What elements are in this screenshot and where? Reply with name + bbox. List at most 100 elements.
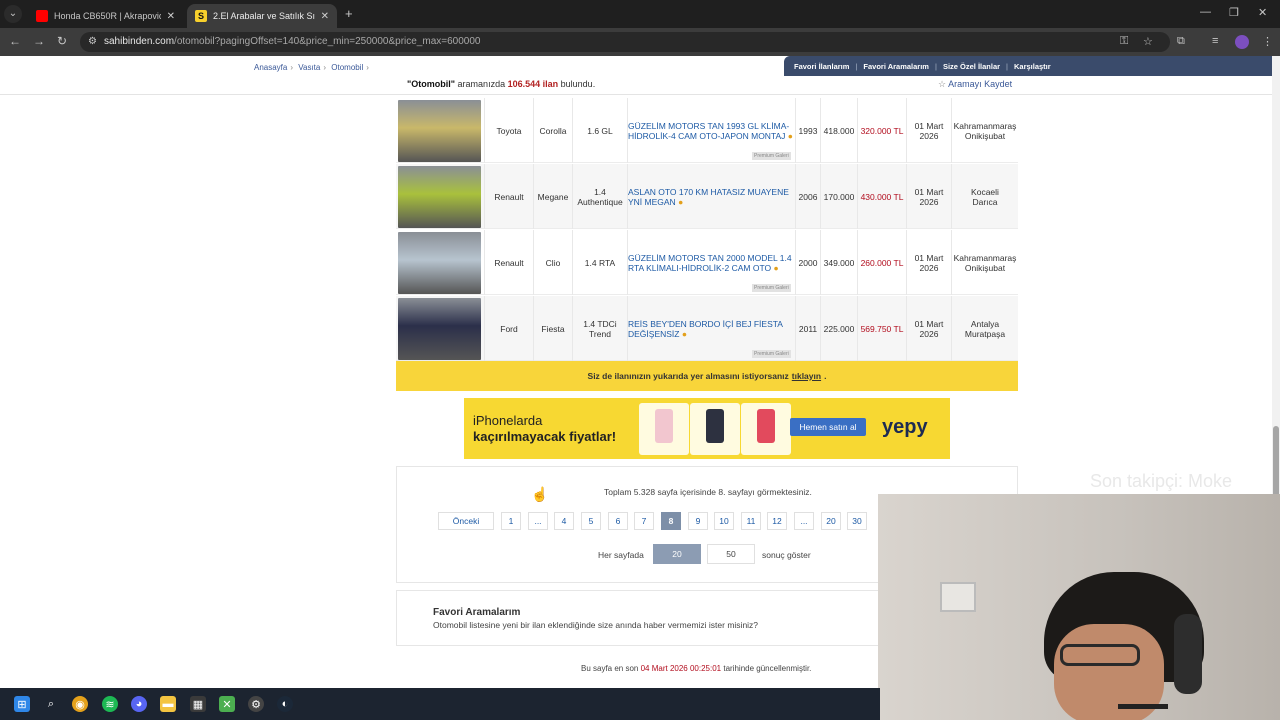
nav-favorite-searches[interactable]: Favori Aramalarım xyxy=(863,62,929,71)
listing-title-link[interactable]: ASLAN OTO 170 KM HATASIZ MUAYENE YNİ MEG… xyxy=(628,164,794,229)
listing-year: 2006 xyxy=(798,191,818,202)
menu-icon[interactable]: ⋮ xyxy=(1262,35,1273,48)
tab-search-icon[interactable]: ⌄ xyxy=(4,5,22,23)
bookmark-star-icon[interactable]: ☆ xyxy=(1143,35,1153,48)
listing-model: Corolla xyxy=(539,125,567,136)
webcam-microphone xyxy=(1118,704,1168,709)
listing-brand: Ford xyxy=(500,323,518,334)
listing-model: Clio xyxy=(545,257,561,268)
result-query: "Otomobil" xyxy=(407,79,456,89)
promo-text: Siz de ilanınızın yukarıda yer almasını … xyxy=(587,371,789,381)
listing-price: 260.000 TL xyxy=(860,257,904,268)
listing-year: 2011 xyxy=(798,323,818,334)
listing-engine: 1.4 Authentique xyxy=(577,186,623,207)
page-button-7[interactable]: 7 xyxy=(634,512,654,530)
listing-photo[interactable] xyxy=(398,166,481,228)
page-button-5[interactable]: 5 xyxy=(581,512,601,530)
prev-page-button[interactable]: Önceki xyxy=(438,512,494,530)
breadcrumb-otomobil[interactable]: Otomobil xyxy=(331,63,363,72)
listing-row[interactable]: Toyota Corolla 1.6 GL 1993 418.000 320.000 TL… xyxy=(396,98,1018,163)
nav-compare[interactable]: Karşılaştır xyxy=(1014,62,1051,71)
store-icon[interactable]: ▦ xyxy=(190,696,206,712)
page-ellipsis: ... xyxy=(528,512,548,530)
page-button-10[interactable]: 10 xyxy=(714,512,734,530)
new-tab-button[interactable]: + xyxy=(345,6,353,21)
listing-model: Fiesta xyxy=(541,323,565,334)
page-button-9[interactable]: 9 xyxy=(688,512,708,530)
listing-row[interactable]: Renault Megane 1.4 Authentique 2006 170.000 4… xyxy=(396,164,1018,229)
page-button-6[interactable]: 6 xyxy=(608,512,628,530)
listing-engine: 1.4 RTA xyxy=(584,257,616,268)
listing-km: 225.000 xyxy=(823,323,855,334)
listing-engine: 1.4 TDCi Trend xyxy=(583,318,617,339)
page-button-1[interactable]: 1 xyxy=(501,512,521,530)
site-info-icon[interactable]: ⚙ xyxy=(88,36,97,47)
listing-row[interactable]: Ford Fiesta 1.4 TDCi Trend 2011 225.000 569.7… xyxy=(396,296,1018,361)
extensions-icon[interactable]: ⧉ xyxy=(1177,35,1185,48)
listing-model: Megane xyxy=(537,191,569,202)
folder-icon[interactable]: ▬ xyxy=(160,696,176,712)
reading-list-icon[interactable]: ≡ xyxy=(1212,35,1218,47)
chrome-icon[interactable]: ◉ xyxy=(72,696,88,712)
search-icon[interactable]: ⌕ xyxy=(43,696,59,712)
restore-icon[interactable]: ❐ xyxy=(1229,6,1239,19)
address-bar[interactable]: ⚙ sahibinden.com/otomobil?pagingOffset=1… xyxy=(80,32,1170,52)
spotify-icon[interactable]: ≋ xyxy=(102,696,118,712)
result-summary: "Otomobil" aramanızda 106.544 ilan bulun… xyxy=(407,79,595,89)
reload-icon[interactable]: ↻ xyxy=(57,34,67,48)
discord-icon[interactable]: ◕ xyxy=(131,696,147,712)
ad-cta-button[interactable]: Hemen satın al xyxy=(790,418,866,436)
per-page-50-button[interactable]: 50 xyxy=(707,544,755,564)
settings-icon[interactable]: ⚙ xyxy=(248,696,264,712)
nav-favorite-listings[interactable]: Favori İlanlarım xyxy=(794,62,849,71)
listing-photo[interactable] xyxy=(398,232,481,294)
listing-price: 430.000 TL xyxy=(860,191,904,202)
close-tab-icon[interactable]: ✕ xyxy=(321,11,329,22)
browser-tab-2[interactable]: S 2.El Arabalar ve Satılık Sıfır Km ✕ xyxy=(187,4,337,28)
close-tab-icon[interactable]: ✕ xyxy=(167,11,175,22)
tab-title: Honda CB650R | Akrapovic Pur xyxy=(54,11,161,21)
listing-brand: Toyota xyxy=(496,125,522,136)
page-button-11[interactable]: 11 xyxy=(741,512,761,530)
listing-price: 569.750 TL xyxy=(860,323,904,334)
close-window-icon[interactable]: ✕ xyxy=(1258,6,1267,19)
back-icon[interactable]: ← xyxy=(9,34,21,48)
listing-photo[interactable] xyxy=(398,298,481,360)
windows-icon[interactable]: ⊞ xyxy=(14,696,30,712)
save-search-link[interactable]: ☆ Aramayı Kaydet xyxy=(938,79,1012,90)
profile-avatar[interactable] xyxy=(1235,35,1249,49)
listing-km: 170.000 xyxy=(823,191,855,202)
listing-date: 01 Mart 2026 xyxy=(914,252,944,273)
phone-icon xyxy=(757,409,775,443)
nav-special-listings[interactable]: Size Özel İlanlar xyxy=(943,62,1000,71)
xbox-icon[interactable]: ✕ xyxy=(219,696,235,712)
page-button-20[interactable]: 20 xyxy=(821,512,841,530)
browser-tab-1[interactable]: Honda CB650R | Akrapovic Pur ✕ xyxy=(28,4,183,28)
listing-location: Kocaeli Darıca xyxy=(971,186,999,207)
minimize-icon[interactable]: — xyxy=(1200,6,1211,18)
listing-date: 01 Mart 2026 xyxy=(914,186,944,207)
ad-phone-1 xyxy=(639,403,689,455)
listing-photo[interactable] xyxy=(398,100,481,162)
iphone-ad-banner[interactable]: iPhonelarda kaçırılmayacak fiyatlar! Hem… xyxy=(464,398,950,459)
ad-line2: kaçırılmayacak fiyatlar! xyxy=(473,429,617,444)
page-button-12[interactable]: 12 xyxy=(767,512,787,530)
phone-icon xyxy=(706,409,724,443)
per-page-suffix: sonuç göster xyxy=(762,550,811,560)
promo-link[interactable]: tıklayın xyxy=(792,371,821,381)
page-ellipsis: ... xyxy=(794,512,814,530)
listing-row[interactable]: Renault Clio 1.4 RTA 2000 349.000 260.000 TL 0… xyxy=(396,230,1018,295)
page-button-8[interactable]: 8 xyxy=(661,512,681,530)
page-button-30[interactable]: 30 xyxy=(847,512,867,530)
steam-icon[interactable]: ◐ xyxy=(277,696,293,712)
listing-engine: 1.6 GL xyxy=(587,125,613,136)
ad-brand-logo: yepy xyxy=(882,416,928,438)
windows-taskbar: ⊞ ⌕ ◉ ≋ ◕ ▬ ▦ ✕ ⚙ ◐ xyxy=(0,688,880,720)
password-key-icon[interactable]: ⚿ xyxy=(1120,35,1128,48)
breadcrumb-vasita[interactable]: Vasıta xyxy=(298,63,320,72)
breadcrumb-home[interactable]: Anasayfa xyxy=(254,63,287,72)
breadcrumb: Anasayfa › Vasıta › Otomobil › xyxy=(254,63,369,72)
forward-icon[interactable]: → xyxy=(33,34,45,48)
per-page-20-button[interactable]: 20 xyxy=(653,544,701,564)
page-button-4[interactable]: 4 xyxy=(554,512,574,530)
